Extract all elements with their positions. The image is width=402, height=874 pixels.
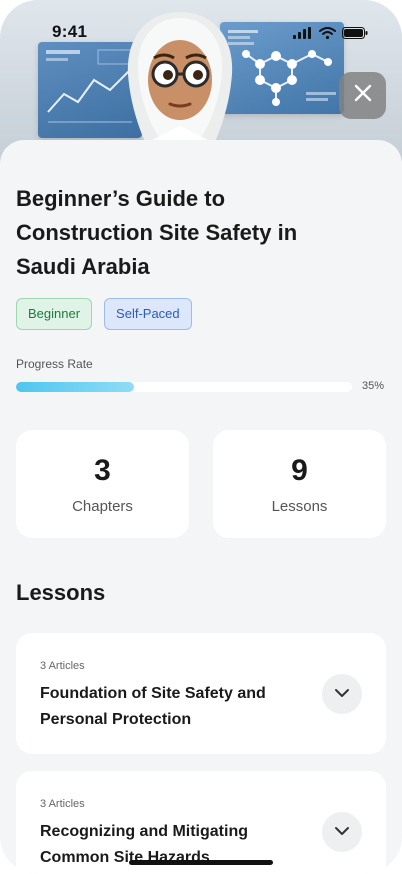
status-time: 9:41 — [52, 22, 88, 41]
tag-beginner: Beginner — [16, 298, 93, 330]
expand-button[interactable] — [322, 674, 362, 714]
progress-fill — [16, 382, 134, 392]
stat-card-lessons: 9 Lessons — [213, 430, 386, 538]
stat-card-chapters: 3 Chapters — [16, 430, 189, 538]
instructor-avatar — [118, 8, 242, 148]
close-icon — [354, 84, 372, 107]
lesson-title: Foundation of Site Safety and Personal P… — [40, 685, 266, 728]
wifi-icon — [319, 26, 336, 44]
expand-button[interactable] — [322, 812, 362, 852]
lesson-article-count: 3 Articles — [40, 660, 85, 672]
chevron-down-icon — [334, 823, 350, 841]
battery-icon — [342, 26, 368, 44]
status-icons — [293, 26, 368, 44]
progress-percent: 35% — [362, 380, 385, 392]
course-tags: Beginner Self-Paced — [16, 298, 192, 330]
tag-self-paced: Self-Paced — [104, 298, 192, 330]
progress-bar — [16, 382, 352, 392]
stat-number: 3 — [94, 454, 111, 487]
lesson-card[interactable]: 3 Articles Foundation of Site Safety and… — [16, 633, 386, 754]
chevron-down-icon — [334, 685, 350, 703]
stat-number: 9 — [291, 454, 308, 487]
progress-label: Progress Rate — [16, 357, 93, 371]
phone-screen: 9:41 Beginner’s Guide to Construction Si… — [0, 0, 402, 874]
course-detail-sheet: Beginner’s Guide to Construction Site Sa… — [0, 140, 402, 874]
stat-label: Chapters — [72, 498, 133, 515]
stat-label: Lessons — [271, 498, 328, 515]
home-indicator — [129, 860, 273, 865]
course-title: Beginner’s Guide to Construction Site Sa… — [16, 186, 298, 279]
lesson-card[interactable]: 3 Articles Recognizing and Mitigating Co… — [16, 771, 386, 874]
lessons-heading: Lessons — [16, 580, 106, 605]
lesson-article-count: 3 Articles — [40, 798, 85, 810]
course-stats: 3 Chapters 9 Lessons — [16, 430, 386, 538]
close-button[interactable] — [339, 72, 386, 119]
signal-icon — [293, 26, 313, 44]
